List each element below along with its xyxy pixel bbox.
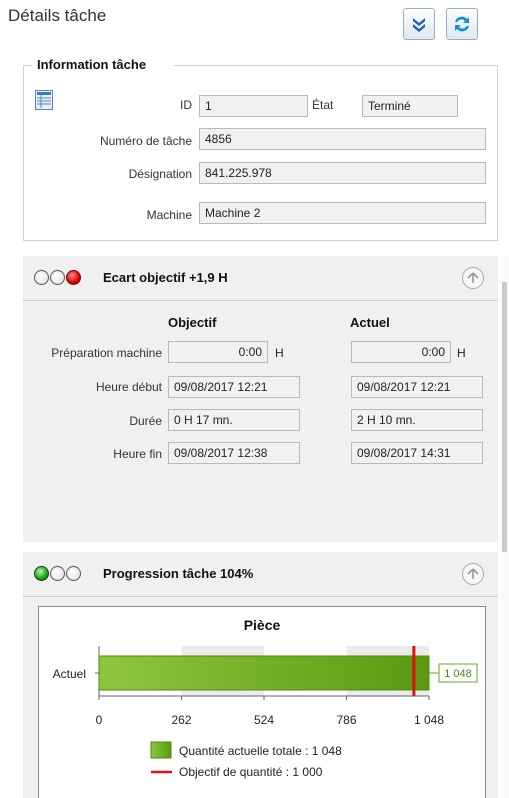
setup-actual-unit: H [457, 346, 466, 360]
setup-objective-unit: H [275, 346, 284, 360]
legend-label-target: Objectif de quantité : 1 000 [179, 765, 323, 779]
setup-label: Préparation machine [51, 346, 162, 360]
id-label: ID [180, 98, 192, 112]
refresh-arrows-icon [455, 16, 469, 32]
progress-section-title: Progression tâche 104% [103, 566, 254, 581]
gap-section-title: Ecart objectif +1,9 H [103, 270, 228, 285]
end-time-objective-field[interactable]: 09/08/2017 12:38 [168, 442, 300, 464]
designation-label: Désignation [128, 167, 192, 181]
progress-collapse-button[interactable] [462, 563, 484, 585]
legend-label-actual: Quantité actuelle totale : 1 048 [179, 744, 342, 758]
category-label: Actuel [53, 667, 86, 681]
objective-column-header: Objectif [168, 315, 217, 330]
lamp-off-icon [66, 566, 81, 581]
progress-status-lamps [34, 566, 81, 581]
lamp-green-icon [34, 566, 49, 581]
designation-field[interactable]: 841.225.978 [199, 162, 486, 184]
chart-title: Pièce [244, 617, 281, 633]
refresh-button[interactable] [446, 8, 478, 40]
lamp-red-icon [66, 270, 81, 285]
task-number-label: Numéro de tâche [99, 134, 192, 148]
duration-label: Durée [129, 414, 162, 428]
state-label: État [312, 98, 334, 112]
gap-section-header[interactable] [23, 256, 498, 300]
page-title: Détails tâche [8, 6, 107, 25]
start-time-objective-field[interactable]: 09/08/2017 12:21 [168, 376, 300, 398]
start-time-label: Heure début [95, 380, 162, 394]
state-field[interactable]: Terminé [362, 95, 458, 117]
progress-section-header[interactable] [23, 552, 498, 596]
lamp-off-icon [50, 270, 65, 285]
x-tick-label: 0 [96, 713, 103, 727]
end-time-label: Heure fin [113, 447, 162, 461]
circle-arrow-up-icon [467, 568, 479, 579]
gap-status-lamps [34, 270, 81, 285]
duration-objective-field[interactable]: 0 H 17 mn. [168, 409, 300, 431]
setup-objective-field[interactable]: 0:00 [168, 341, 268, 363]
x-tick-label: 262 [171, 713, 191, 727]
machine-field[interactable]: Machine 2 [199, 202, 486, 224]
x-tick-label: 524 [254, 713, 274, 727]
data-label: 1 048 [444, 668, 472, 680]
gap-collapse-button[interactable] [462, 267, 484, 289]
end-time-actual-field[interactable]: 09/08/2017 14:31 [351, 442, 483, 464]
setup-actual-field[interactable]: 0:00 [351, 341, 451, 363]
legend-swatch-actual [150, 741, 172, 759]
scrollbar-thumb[interactable] [502, 282, 507, 552]
duration-actual-field[interactable]: 2 H 10 mn. [351, 409, 483, 431]
section-divider [23, 300, 498, 301]
bar-actual [98, 655, 430, 691]
expand-all-button[interactable] [403, 8, 435, 40]
machine-label: Machine [146, 208, 192, 222]
progress-chart: Pièce Actuel 1 048 0 262 524 786 1 048 Quant… [53, 617, 478, 779]
circle-arrow-up-icon [467, 272, 479, 283]
start-time-actual-field[interactable]: 09/08/2017 12:21 [351, 376, 483, 398]
double-chevron-down-icon [413, 18, 425, 32]
x-tick-label: 786 [336, 713, 356, 727]
lamp-off-icon [34, 270, 49, 285]
actual-column-header: Actuel [350, 315, 390, 330]
task-info-legend: Information tâche [35, 57, 149, 72]
document-grid-icon [35, 90, 53, 113]
lamp-off-icon [50, 566, 65, 581]
id-field[interactable]: 1 [199, 95, 308, 117]
x-tick-label: 1 048 [414, 713, 444, 727]
task-number-field[interactable]: 4856 [199, 128, 486, 150]
